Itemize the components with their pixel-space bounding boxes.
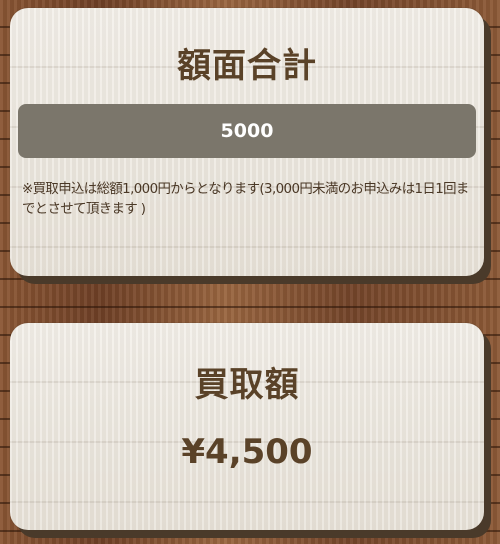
purchase-amount-value: ¥4,500 (181, 432, 313, 472)
face-value-total-title: 額面合計 (177, 46, 317, 86)
purchase-amount-title: 買取額 (194, 365, 300, 405)
purchase-amount-card: 買取額 ¥4,500 (10, 323, 484, 530)
face-value-total-card: 額面合計 5000 ※買取申込は総額1,000円からとなります(3,000円未満… (10, 8, 484, 276)
minimum-order-note: ※買取申込は総額1,000円からとなります(3,000円未満のお申込みは1日1回… (22, 182, 469, 217)
face-value-total-value: 5000 (220, 120, 274, 142)
face-value-total-display: 5000 (18, 104, 476, 158)
